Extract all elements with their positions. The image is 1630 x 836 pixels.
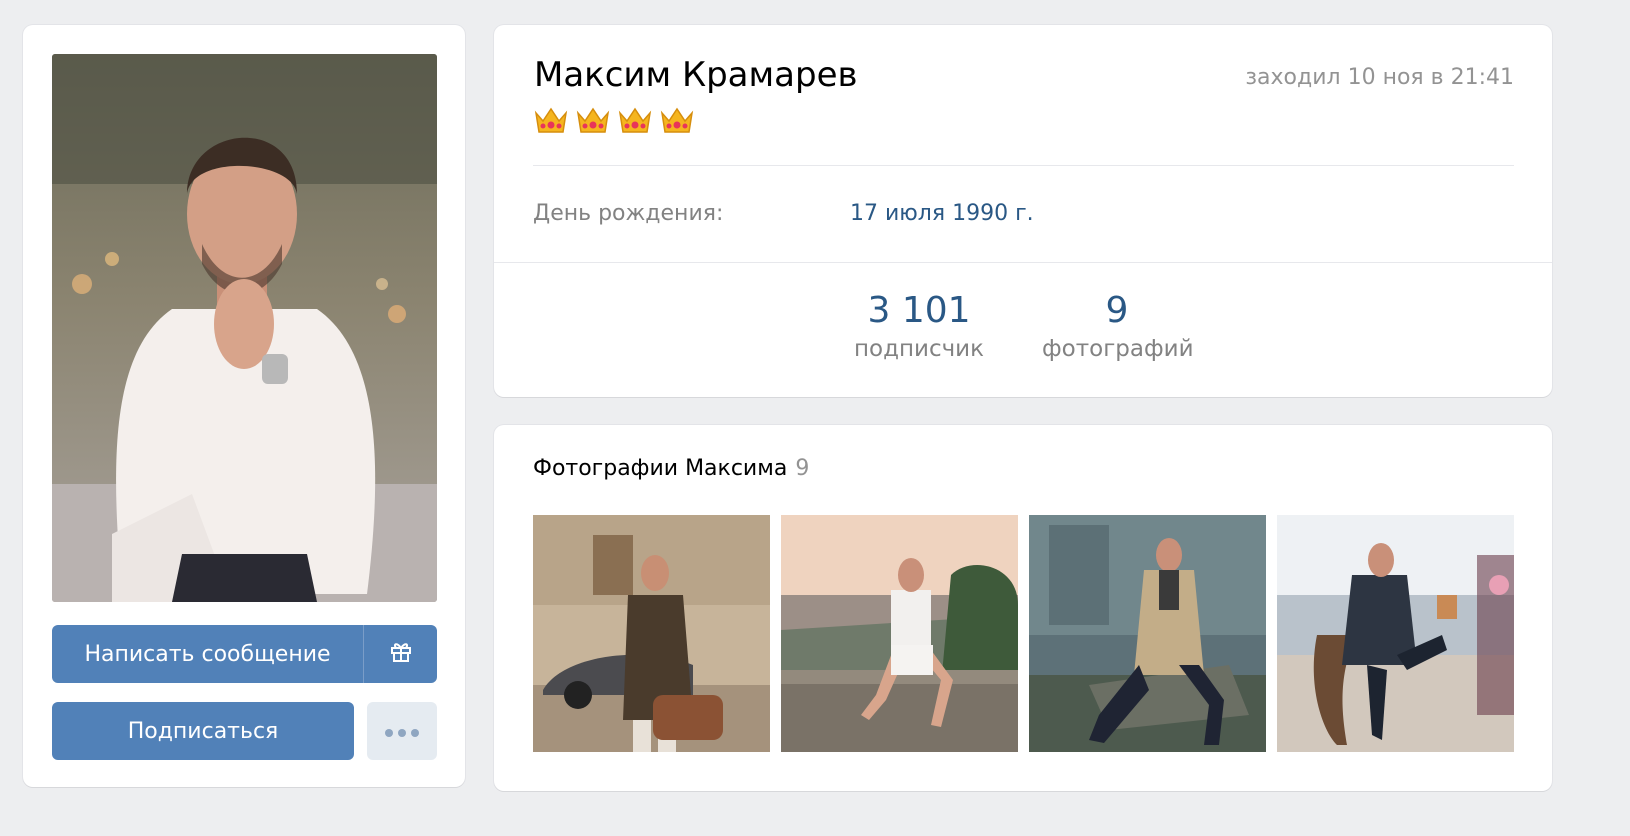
profile-name: Максим Крамарев	[534, 55, 858, 95]
divider	[494, 262, 1552, 263]
photos-count: 9	[1105, 290, 1129, 331]
photos-counter[interactable]: 9 фотографий	[1042, 289, 1194, 365]
photo-thumbnail[interactable]	[1029, 515, 1266, 752]
photo-thumbnail[interactable]	[533, 515, 770, 752]
crown-icon	[660, 105, 694, 139]
photo-thumbnail[interactable]	[1277, 515, 1514, 752]
crown-icon	[576, 105, 610, 139]
divider	[533, 165, 1514, 166]
photo-thumbnail[interactable]	[781, 515, 1018, 752]
photos-title: Фотографии Максима	[533, 456, 788, 481]
birthday-value[interactable]: 17 июля 1990 г.	[850, 201, 1034, 226]
photos-total-count: 9	[795, 456, 810, 481]
photos-card: Фотографии Максима 9	[494, 425, 1552, 791]
gift-icon	[390, 640, 412, 668]
profile-info-card: Максим Крамарев заходил 10 ноя в 21:41 Д…	[494, 25, 1552, 397]
more-icon	[384, 719, 420, 744]
send-gift-button[interactable]	[363, 625, 437, 683]
profile-avatar-card: Написать сообщение Подписаться	[23, 25, 465, 787]
send-message-button[interactable]: Написать сообщение	[52, 625, 363, 683]
crown-icon	[534, 105, 568, 139]
crown-icon	[618, 105, 652, 139]
avatar[interactable]	[52, 54, 437, 602]
subscribers-label: подписчик	[853, 336, 985, 362]
send-message-label: Написать сообщение	[84, 641, 331, 667]
subscribers-count: 3 101	[867, 290, 971, 331]
subscribe-label: Подписаться	[127, 718, 279, 744]
subscribers-counter[interactable]: 3 101 подписчик	[849, 289, 989, 365]
more-actions-button[interactable]	[367, 702, 437, 760]
photos-label: фотографий	[1042, 336, 1194, 362]
photos-section-title[interactable]: Фотографии Максима 9	[533, 456, 809, 481]
subscribe-button[interactable]: Подписаться	[52, 702, 354, 760]
last-seen-status: заходил 10 ноя в 21:41	[1245, 65, 1514, 90]
birthday-label: День рождения:	[533, 201, 724, 226]
status-emoji-row	[534, 105, 694, 139]
